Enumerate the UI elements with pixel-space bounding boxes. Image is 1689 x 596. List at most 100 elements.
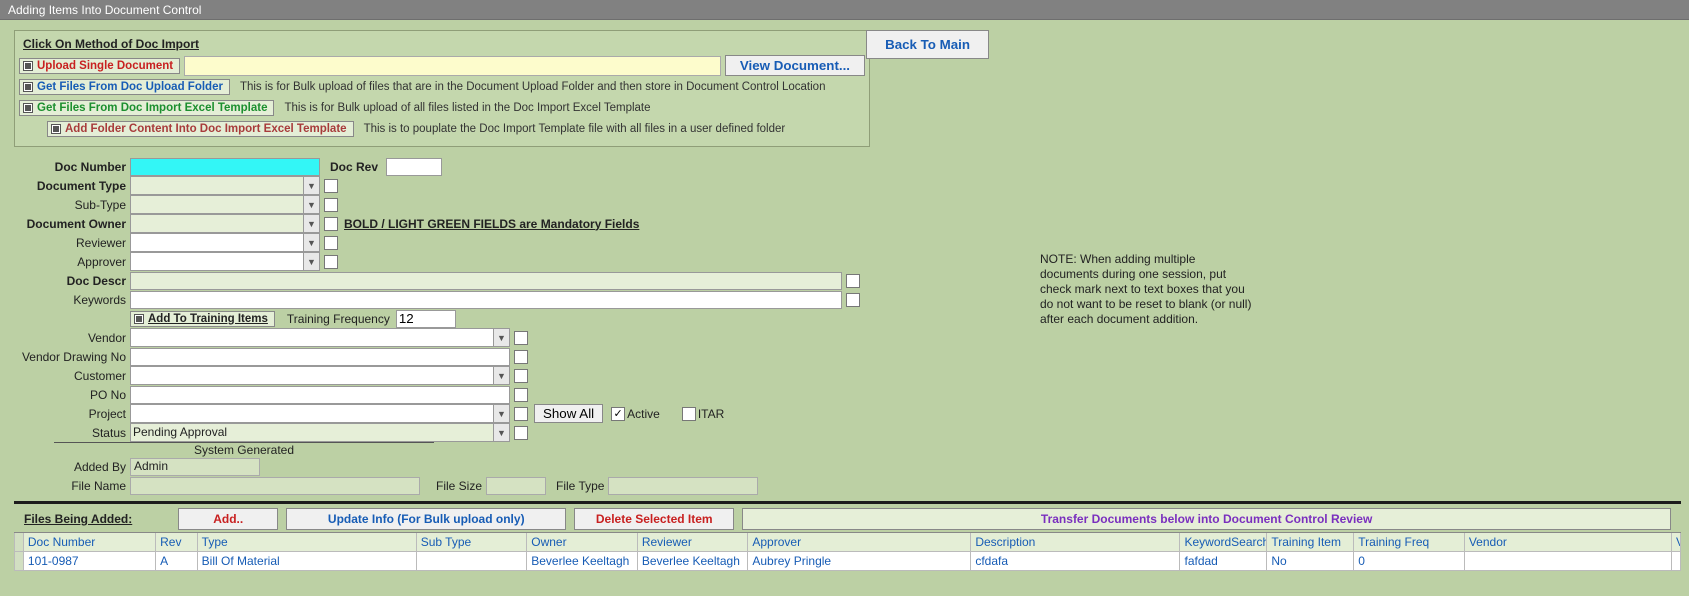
back-to-main-button[interactable]: Back To Main [866, 30, 989, 59]
col-approver[interactable]: Approver [748, 533, 971, 552]
file-type-value [608, 477, 758, 495]
add-folder-content-button[interactable]: Add Folder Content Into Doc Import Excel… [47, 121, 354, 137]
vendor-dwg-input[interactable] [130, 348, 510, 366]
table-row[interactable]: 101-0987 A Bill Of Material Beverlee Kee… [14, 552, 1681, 571]
col-description[interactable]: Description [971, 533, 1180, 552]
doc-type-keep-checkbox[interactable] [324, 179, 338, 193]
add-to-training-button[interactable]: Add To Training Items [130, 311, 275, 327]
col-doc-number[interactable]: Doc Number [24, 533, 156, 552]
update-info-button[interactable]: Update Info (For Bulk upload only) [286, 508, 566, 530]
sub-type-combo[interactable]: ▼ [130, 195, 320, 214]
col-vendor[interactable]: Vendor [1465, 533, 1672, 552]
status-label: Status [14, 426, 130, 440]
doc-descr-input[interactable] [130, 272, 842, 290]
reviewer-combo[interactable]: ▼ [130, 233, 320, 252]
vendor-label: Vendor [14, 331, 130, 345]
cell-sub-type[interactable] [417, 552, 528, 571]
cell-approver[interactable]: Aubrey Pringle [748, 552, 971, 571]
cell-keyword[interactable]: fafdad [1180, 552, 1267, 571]
doc-number-label: Doc Number [14, 160, 130, 174]
reviewer-keep-checkbox[interactable] [324, 236, 338, 250]
get-files-from-upload-folder-button[interactable]: Get Files From Doc Upload Folder [19, 79, 230, 95]
session-note: NOTE: When adding multiple documents dur… [1040, 252, 1252, 327]
cell-rev[interactable]: A [156, 552, 198, 571]
doc-number-input[interactable] [130, 158, 320, 176]
upload-single-document-button[interactable]: Upload Single Document [19, 58, 180, 74]
customer-label: Customer [14, 369, 130, 383]
po-no-keep-checkbox[interactable] [514, 388, 528, 402]
col-vendor-dwg[interactable]: Vendor Dwg No [1672, 533, 1681, 552]
square-icon [23, 61, 33, 71]
vendor-dwg-label: Vendor Drawing No [14, 350, 130, 364]
vendor-dwg-keep-checkbox[interactable] [514, 350, 528, 364]
cell-vendor-dwg[interactable] [1672, 552, 1681, 571]
upload-file-path-input[interactable] [184, 56, 721, 76]
approver-keep-checkbox[interactable] [324, 255, 338, 269]
doc-owner-keep-checkbox[interactable] [324, 217, 338, 231]
cell-reviewer[interactable]: Beverlee Keeltagh [638, 552, 749, 571]
get-files-from-excel-template-button[interactable]: Get Files From Doc Import Excel Template [19, 100, 274, 116]
vendor-combo[interactable]: ▼ [130, 328, 510, 347]
doc-type-combo[interactable]: ▼ [130, 176, 320, 195]
col-training-item[interactable]: Training Item [1267, 533, 1354, 552]
approver-label: Approver [14, 255, 130, 269]
cell-type[interactable]: Bill Of Material [198, 552, 417, 571]
cell-vendor[interactable] [1465, 552, 1672, 571]
chevron-down-icon: ▼ [493, 367, 509, 384]
import-method-panel: Click On Method of Doc Import Upload Sin… [14, 30, 870, 147]
cell-description[interactable]: cfdafa [971, 552, 1180, 571]
cell-training-item[interactable]: No [1267, 552, 1354, 571]
cell-training-freq[interactable]: 0 [1354, 552, 1465, 571]
sub-type-keep-checkbox[interactable] [324, 198, 338, 212]
chevron-down-icon: ▼ [303, 253, 319, 270]
customer-combo[interactable]: ▼ [130, 366, 510, 385]
row-header[interactable] [14, 552, 24, 571]
transfer-documents-button[interactable]: Transfer Documents below into Document C… [742, 508, 1671, 530]
files-being-added-title: Files Being Added: [24, 512, 132, 526]
col-keyword[interactable]: KeywordSearch [1180, 533, 1267, 552]
keywords-input[interactable] [130, 291, 842, 309]
col-rev[interactable]: Rev [156, 533, 198, 552]
col-sub-type[interactable]: Sub Type [417, 533, 528, 552]
add-button[interactable]: Add.. [178, 508, 278, 530]
status-keep-checkbox[interactable] [514, 426, 528, 440]
vendor-keep-checkbox[interactable] [514, 331, 528, 345]
customer-keep-checkbox[interactable] [514, 369, 528, 383]
window-title: Adding Items Into Document Control [8, 3, 201, 17]
project-keep-checkbox[interactable] [514, 407, 528, 421]
added-by-label: Added By [14, 460, 130, 474]
file-name-label: File Name [14, 479, 130, 493]
view-document-button[interactable]: View Document... [725, 55, 865, 76]
col-training-freq[interactable]: Training Freq [1354, 533, 1465, 552]
square-icon [23, 82, 33, 92]
col-type[interactable]: Type [198, 533, 417, 552]
delete-selected-button[interactable]: Delete Selected Item [574, 508, 734, 530]
added-by-value: Admin [130, 458, 260, 476]
po-no-input[interactable] [130, 386, 510, 404]
status-combo[interactable]: Pending Approval▼ [130, 423, 510, 442]
col-owner[interactable]: Owner [527, 533, 638, 552]
col-reviewer[interactable]: Reviewer [638, 533, 749, 552]
keywords-label: Keywords [14, 293, 130, 307]
show-all-button[interactable]: Show All [534, 404, 603, 423]
square-icon [51, 124, 61, 134]
cell-owner[interactable]: Beverlee Keeltagh [527, 552, 638, 571]
active-label: Active [627, 407, 660, 421]
itar-checkbox[interactable] [682, 407, 696, 421]
files-grid: Doc Number Rev Type Sub Type Owner Revie… [14, 532, 1681, 571]
doc-owner-label: Document Owner [14, 217, 130, 231]
panel-title: Click On Method of Doc Import [23, 37, 865, 51]
cell-doc-number[interactable]: 101-0987 [24, 552, 156, 571]
doc-rev-input[interactable] [386, 158, 442, 176]
doc-descr-keep-checkbox[interactable] [846, 274, 860, 288]
keywords-keep-checkbox[interactable] [846, 293, 860, 307]
square-icon [134, 314, 144, 324]
project-combo[interactable]: ▼ [130, 404, 510, 423]
active-checkbox[interactable]: ✓ [611, 407, 625, 421]
chevron-down-icon: ▼ [303, 196, 319, 213]
chevron-down-icon: ▼ [303, 234, 319, 251]
system-generated-header: System Generated [54, 442, 434, 457]
doc-owner-combo[interactable]: ▼ [130, 214, 320, 233]
approver-combo[interactable]: ▼ [130, 252, 320, 271]
training-freq-input[interactable] [396, 310, 456, 328]
